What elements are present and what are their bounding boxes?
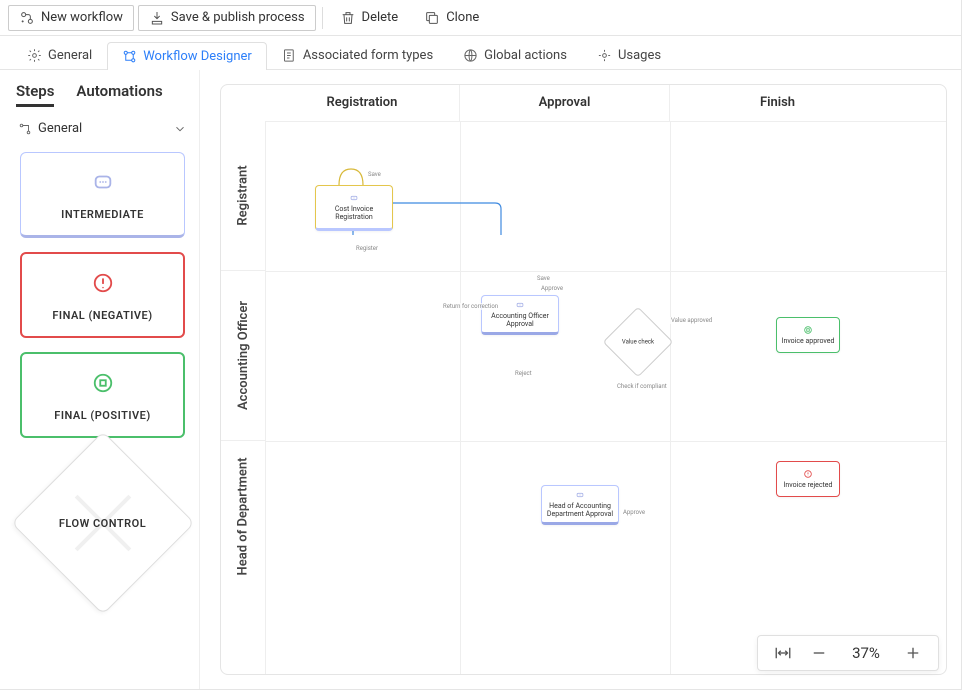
- edge-label-check: Check if compliant: [615, 383, 669, 390]
- palette-flow-control[interactable]: FLOW CONTROL: [38, 458, 168, 588]
- palette-final-negative-label: FINAL (NEGATIVE): [32, 309, 173, 322]
- sidebar-tabs: Steps Automations: [16, 82, 189, 107]
- palette-final-negative[interactable]: FINAL (NEGATIVE): [20, 252, 185, 338]
- edge-label-value-approved: Value approved: [669, 317, 714, 324]
- edge-label-save-1: Save: [366, 171, 383, 178]
- plus-flow-icon: [19, 10, 35, 26]
- tab-general[interactable]: General: [12, 41, 107, 69]
- dots-icon: [349, 193, 359, 205]
- action-toolbar: New workflow Save & publish process Dele…: [0, 0, 961, 36]
- trash-icon: [340, 10, 356, 26]
- node-approved-label: Invoice approved: [782, 337, 835, 345]
- workflow-icon: [122, 49, 137, 64]
- clone-button[interactable]: Clone: [413, 5, 490, 31]
- edge-label-reject-1: Reject: [513, 370, 534, 377]
- node-hod-label: Head of Accounting Department Approval: [546, 502, 614, 518]
- tab-forms-label: Associated form types: [303, 48, 433, 63]
- intermediate-icon: [92, 183, 114, 196]
- tab-strip: General Workflow Designer Associated for…: [0, 36, 961, 70]
- delete-button[interactable]: Delete: [329, 5, 410, 31]
- save-publish-icon: [149, 10, 165, 26]
- final-positive-icon: [92, 384, 114, 397]
- zoom-bar: 37%: [757, 635, 939, 671]
- zoom-value: 37%: [846, 644, 886, 662]
- node-rejected[interactable]: Invoice rejected: [776, 461, 840, 497]
- section-general-label: General: [38, 121, 82, 136]
- edge-label-approve-1: Approve: [539, 285, 565, 292]
- row-head-head-of-department: Head of Department: [221, 441, 265, 591]
- col-head-finish: Finish: [670, 85, 885, 121]
- node-rejected-label: Invoice rejected: [784, 481, 833, 489]
- dots-icon: [575, 490, 585, 502]
- palette-sidebar: Steps Automations General INTERMEDIATE F…: [0, 70, 200, 689]
- new-workflow-label: New workflow: [41, 10, 123, 25]
- dots-icon: [515, 300, 525, 312]
- row-head-accounting-officer: Accounting Officer: [221, 271, 265, 441]
- edge-label-approve-2: Approve: [621, 509, 647, 516]
- new-workflow-button[interactable]: New workflow: [8, 5, 134, 31]
- sidebar-tab-steps[interactable]: Steps: [16, 82, 54, 107]
- tab-designer-label: Workflow Designer: [143, 49, 252, 64]
- palette-intermediate[interactable]: INTERMEDIATE: [20, 152, 185, 238]
- designer-canvas-wrap: Registration Approval Finish Registrant …: [200, 70, 961, 689]
- section-general[interactable]: General: [16, 119, 189, 138]
- edge-label-return: Return for correction: [441, 303, 500, 310]
- node-gateway[interactable]: Value check: [613, 317, 663, 367]
- usages-icon: [597, 48, 612, 63]
- workflow-small-icon: [18, 122, 32, 136]
- tab-workflow-designer[interactable]: Workflow Designer: [107, 42, 267, 70]
- final-negative-icon: [92, 284, 114, 297]
- palette-flow-control-label: FLOW CONTROL: [59, 517, 146, 530]
- col-head-registration: Registration: [265, 85, 460, 121]
- palette-intermediate-label: INTERMEDIATE: [31, 208, 174, 221]
- palette-final-positive-label: FINAL (POSITIVE): [32, 409, 173, 422]
- clone-label: Clone: [446, 10, 479, 25]
- palette-final-positive[interactable]: FINAL (POSITIVE): [20, 352, 185, 438]
- tab-general-label: General: [48, 48, 92, 63]
- chevron-down-icon: [173, 122, 187, 136]
- zoom-out-icon[interactable]: [810, 644, 828, 662]
- tab-usages[interactable]: Usages: [582, 41, 676, 69]
- node-start-label: Cost Invoice Registration: [320, 205, 388, 221]
- gear-icon: [27, 48, 42, 63]
- node-accounting-approval[interactable]: Accounting Officer Approval: [481, 295, 559, 335]
- edge-label-register: Register: [354, 245, 380, 252]
- node-start[interactable]: Cost Invoice Registration: [315, 185, 393, 231]
- form-icon: [282, 48, 297, 63]
- node-hod-approval[interactable]: Head of Accounting Department Approval: [541, 485, 619, 525]
- toolbar-divider: [322, 7, 323, 29]
- designer-canvas[interactable]: Registration Approval Finish Registrant …: [220, 84, 947, 675]
- edge-label-save-2: Save: [535, 275, 552, 282]
- stop-icon: [803, 325, 813, 337]
- save-publish-button[interactable]: Save & publish process: [138, 5, 316, 31]
- delete-label: Delete: [362, 10, 399, 25]
- node-gateway-label: Value check: [622, 339, 654, 346]
- save-publish-label: Save & publish process: [171, 10, 305, 25]
- tab-globals-label: Global actions: [484, 48, 567, 63]
- node-approved[interactable]: Invoice approved: [776, 317, 840, 353]
- zoom-in-icon[interactable]: [904, 644, 922, 662]
- clone-icon: [424, 10, 440, 26]
- node-ao-label: Accounting Officer Approval: [486, 312, 554, 328]
- col-head-approval: Approval: [460, 85, 670, 121]
- tab-usages-label: Usages: [618, 48, 661, 63]
- sidebar-tab-automations[interactable]: Automations: [76, 82, 162, 107]
- globe-icon: [463, 48, 478, 63]
- row-head-registrant: Registrant: [221, 121, 265, 271]
- warning-icon: [803, 469, 813, 481]
- tab-associated-forms[interactable]: Associated form types: [267, 41, 448, 69]
- fit-width-icon[interactable]: [774, 644, 792, 662]
- tab-global-actions[interactable]: Global actions: [448, 41, 582, 69]
